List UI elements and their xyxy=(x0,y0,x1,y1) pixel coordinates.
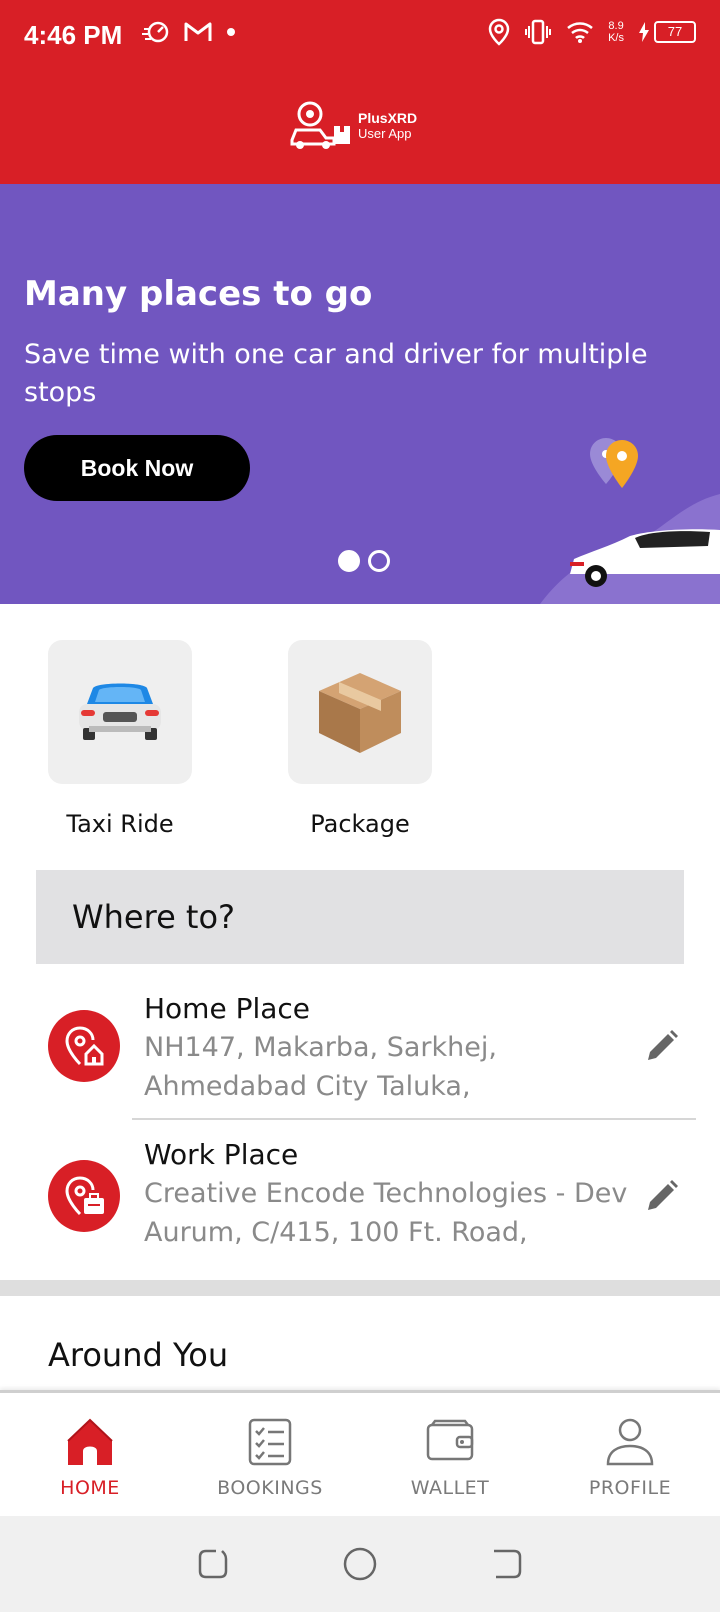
edit-pencil-icon[interactable] xyxy=(644,1028,680,1064)
wallet-icon xyxy=(426,1419,474,1461)
nav-wallet[interactable]: WALLET xyxy=(360,1393,540,1516)
place-title: Work Place xyxy=(144,1138,299,1171)
car-icon xyxy=(79,683,161,740)
address-line: NH147, Makarba, Sarkhej, xyxy=(144,1032,497,1063)
carousel-dot-active[interactable] xyxy=(338,550,360,572)
city-car-illustration xyxy=(540,438,720,604)
place-address: Creative Encode Technologies - Dev Aurum… xyxy=(144,1174,634,1252)
speed-icon xyxy=(142,21,169,43)
logo-subtitle: User App xyxy=(358,126,412,141)
banner-subtitle: Save time with one car and driver for mu… xyxy=(24,339,648,408)
location-icon xyxy=(488,18,510,46)
section-separator xyxy=(0,1280,720,1296)
net-speed-value: 8.9 xyxy=(608,20,624,32)
logo-text: PlusXRD User App xyxy=(358,110,417,142)
saved-place-home[interactable]: Home Place NH147, Makarba, Sarkhej, Ahme… xyxy=(0,984,720,1124)
service-package[interactable]: Package xyxy=(288,640,432,838)
work-location-icon xyxy=(48,1160,120,1232)
bookings-list-icon xyxy=(248,1418,292,1466)
recent-apps-icon[interactable] xyxy=(196,1547,230,1581)
service-taxi-ride[interactable]: Taxi Ride xyxy=(48,640,192,838)
saved-place-work[interactable]: Work Place Creative Encode Technologies … xyxy=(0,1134,720,1274)
carousel-indicator xyxy=(338,550,390,572)
home-icon xyxy=(67,1418,113,1465)
place-title: Home Place xyxy=(144,992,311,1025)
system-navigation-bar xyxy=(0,1516,720,1612)
logo-name: PlusXRD xyxy=(358,110,418,126)
promo-banner[interactable]: Many places to go Save time with one car… xyxy=(0,184,720,604)
gmail-icon xyxy=(184,22,212,41)
package-box-icon xyxy=(319,673,401,753)
nav-profile[interactable]: PROFILE xyxy=(540,1393,720,1516)
vibrate-icon xyxy=(525,19,552,45)
home-button-icon[interactable] xyxy=(342,1546,378,1582)
status-time: 4:46 PM xyxy=(24,20,123,50)
nav-home[interactable]: HOME xyxy=(0,1393,180,1516)
service-tile[interactable] xyxy=(48,640,192,784)
address-line: Creative Encode Technologies - Dev xyxy=(144,1178,628,1209)
home-location-icon xyxy=(48,1010,120,1082)
app-header: PlusXRD User App xyxy=(0,72,720,184)
nav-label: HOME xyxy=(60,1477,120,1499)
address-line: Aurum, C/415, 100 Ft. Road, xyxy=(144,1217,528,1248)
around-you-title: Around You xyxy=(48,1336,229,1374)
net-speed: 8.9 K/s xyxy=(608,20,624,44)
nav-label: WALLET xyxy=(410,1477,490,1499)
divider xyxy=(132,1118,696,1120)
carousel-dot[interactable] xyxy=(368,550,390,572)
where-to-search[interactable]: Where to? xyxy=(36,870,684,964)
net-speed-unit: K/s xyxy=(608,32,624,44)
back-icon[interactable] xyxy=(490,1547,524,1581)
nav-bookings[interactable]: BOOKINGS xyxy=(180,1393,360,1516)
banner-title: Many places to go xyxy=(24,274,373,314)
service-tile[interactable] xyxy=(288,640,432,784)
battery: 77 xyxy=(638,21,696,43)
charging-icon xyxy=(639,22,649,42)
nav-label: PROFILE xyxy=(588,1477,672,1499)
profile-icon xyxy=(606,1418,654,1466)
wifi-icon xyxy=(567,22,593,43)
logo-icon xyxy=(290,101,350,149)
place-address: NH147, Makarba, Sarkhej, Ahmedabad City … xyxy=(144,1028,624,1106)
status-left-icons xyxy=(142,20,236,44)
nav-label: BOOKINGS xyxy=(217,1477,323,1499)
status-right-icons: 8.9 K/s 77 xyxy=(488,18,696,46)
app-logo: PlusXRD User App xyxy=(290,100,417,152)
service-label: Taxi Ride xyxy=(66,810,174,838)
address-line: Ahmedabad City Taluka, xyxy=(144,1071,471,1102)
status-bar: 4:46 PM 8.9 K/s 77 xyxy=(0,0,720,72)
battery-level: 77 xyxy=(654,21,696,43)
dot-icon xyxy=(227,28,235,36)
edit-pencil-icon[interactable] xyxy=(644,1178,680,1214)
book-now-button[interactable]: Book Now xyxy=(24,435,250,501)
bottom-navigation: HOME BOOKINGS WALLET PROFILE xyxy=(0,1390,720,1516)
service-label: Package xyxy=(310,810,410,838)
